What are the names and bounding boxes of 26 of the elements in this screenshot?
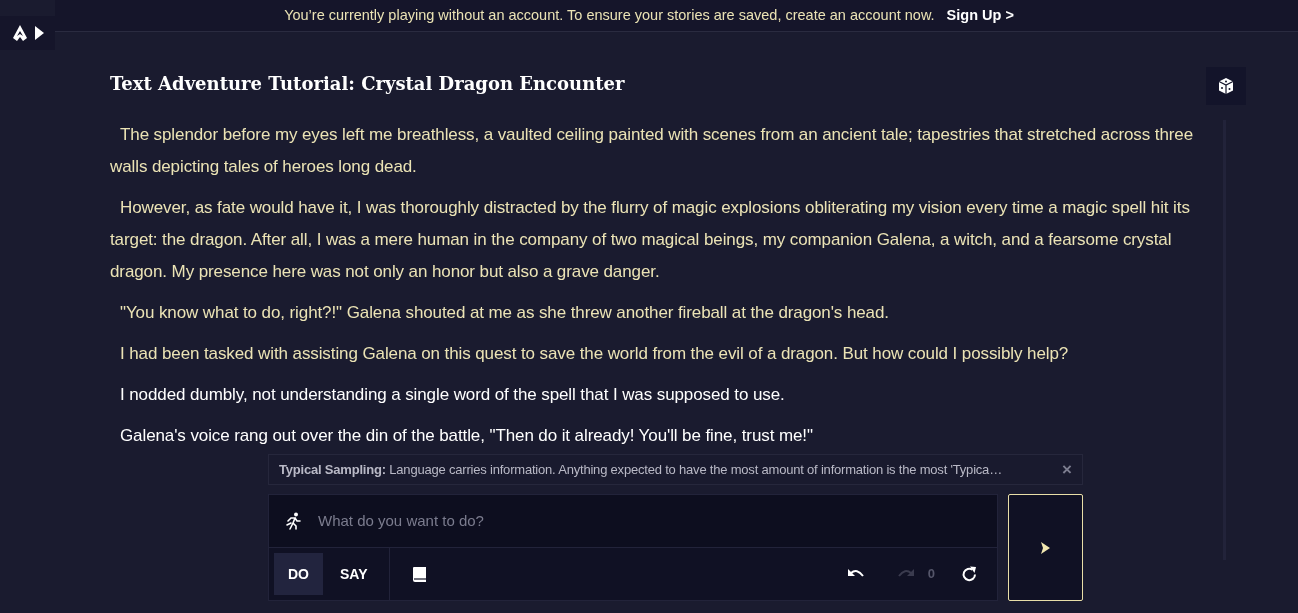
mode-tab[interactable]: SAY — [326, 553, 382, 595]
dice-button[interactable] — [1206, 67, 1246, 105]
story-paragraph: However, as fate would have it, I was thoroughly distracted by the flurry of magic explosions obliterating my vision every time a magic spell hit its target: the dragon. After all, I was a mere human in the company of two magical beings, my companion Galena, a witch, and a fearsome crystal dragon. My presence here was not only an honor but also a grave danger. — [110, 197, 1191, 283]
mode-tab[interactable]: DO — [274, 553, 323, 595]
running-figure-icon — [285, 512, 303, 530]
story-paragraph: Galena's voice rang out over the din of the battle, "Then do it already! You'll be fine, trust me!" — [119, 425, 814, 447]
story-paragraph: The splendor before my eyes left me breathless, a vaulted ceiling painted with scenes from an ancient tale; tapestries that stretched across three walls depicting tales of heroes long dead. — [110, 124, 1195, 178]
logo-icon — [13, 25, 27, 41]
close-button[interactable]: × — [1062, 461, 1072, 478]
story-paragraph: I nodded dumbly, not understanding a single word of the spell that I was supposed to use. — [119, 384, 786, 406]
send-button[interactable] — [1008, 494, 1083, 601]
banner-message: You’re currently playing without an account. To ensure your stories are saved, create an account now. — [284, 5, 935, 25]
sidebar-toggle[interactable] — [0, 16, 55, 50]
story-paragraph: I had been tasked with assisting Galena on this quest to save the world from the evil of a dragon. But how could I possibly help? — [119, 343, 1070, 365]
chevron-right-icon — [1039, 540, 1052, 555]
sign-up-link[interactable]: Sign Up > — [946, 4, 1014, 27]
dice-icon — [1217, 77, 1235, 95]
story-title: Text Adventure Tutorial: Crystal Dragon Encounter — [110, 72, 626, 96]
tip-text: Typical Sampling: Language carries information. Anything expected to have the most amount of information is the most 'Typica… — [279, 460, 1003, 479]
expand-arrow-icon — [35, 26, 44, 40]
action-input-box[interactable]: What do you want to do? — [269, 495, 997, 548]
book-icon — [411, 565, 428, 583]
story-paragraph: "You know what to do, right?!" Galena shouted at me as she threw another fireball at the dragon's head. — [119, 302, 890, 324]
retry-icon — [960, 565, 978, 583]
action-input-field[interactable]: What do you want to do? — [318, 509, 981, 533]
redo-count: 0 — [927, 565, 935, 584]
